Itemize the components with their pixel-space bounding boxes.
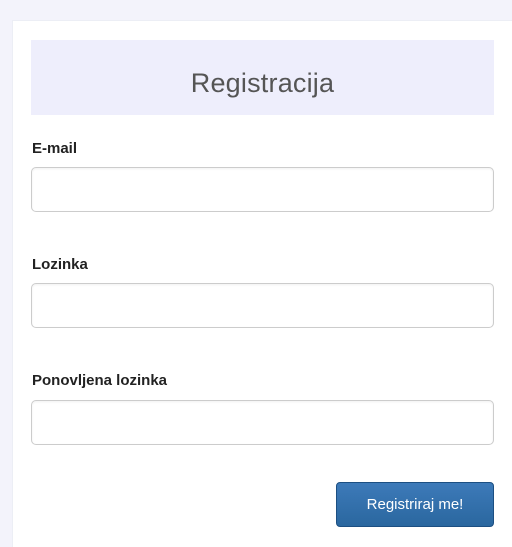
password-label: Lozinka	[32, 256, 88, 273]
repeat-password-field[interactable]	[31, 400, 494, 445]
register-button[interactable]: Registriraj me!	[336, 482, 494, 527]
email-label: E-mail	[32, 140, 78, 157]
password-field[interactable]	[31, 283, 494, 328]
registration-header: Registracija	[31, 40, 494, 115]
email-field[interactable]	[31, 167, 494, 212]
repeat-password-label: Ponovljena lozinka	[32, 372, 168, 389]
page-title: Registracija	[190, 68, 335, 98]
